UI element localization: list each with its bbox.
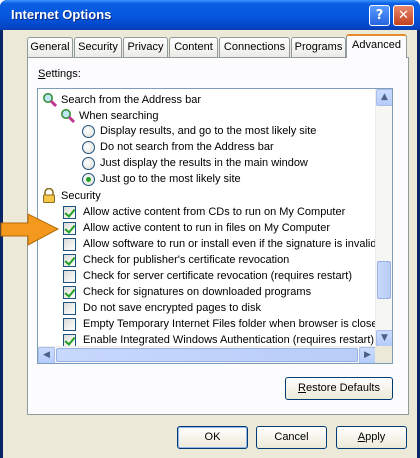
tab-content[interactable]: Content [169, 37, 218, 57]
checkbox-active-content-cds[interactable] [63, 206, 76, 219]
scroll-left-button[interactable]: ◀ [38, 347, 55, 363]
checkbox-label[interactable]: Allow active content to run in files on … [83, 220, 330, 236]
cancel-button[interactable]: Cancel [256, 426, 327, 449]
title-bar[interactable]: Internet Options ? ✕ [0, 0, 420, 30]
pointer-arrow-icon [0, 213, 60, 246]
scroll-right-button[interactable]: ▶ [359, 347, 376, 363]
checkbox-label[interactable]: Check for publisher's certificate revoca… [83, 252, 289, 268]
settings-label: Settings: [38, 68, 81, 80]
checkbox-label[interactable]: Check for server certificate revocation … [83, 268, 352, 284]
tab-general[interactable]: General [27, 37, 73, 57]
radio-label[interactable]: Just display the results in the main win… [100, 155, 308, 171]
tab-advanced[interactable]: Advanced [346, 34, 407, 58]
checkbox-label[interactable]: Allow software to run or install even if… [83, 236, 376, 252]
checkbox-signatures-downloaded[interactable] [63, 286, 76, 299]
horizontal-scrollbar[interactable]: ◀ ▶ [38, 346, 376, 363]
scroll-down-button[interactable]: ▼ [376, 330, 392, 347]
radio-label[interactable]: Do not search from the Address bar [100, 139, 274, 155]
close-button[interactable]: ✕ [393, 5, 414, 26]
radio-display-results[interactable] [82, 125, 95, 138]
checkbox-label[interactable]: Empty Temporary Internet Files folder wh… [83, 316, 384, 332]
checkbox-no-save-encrypted[interactable] [63, 302, 76, 315]
checkbox-label[interactable]: Allow active content from CDs to run on … [83, 204, 345, 220]
checkbox-label[interactable]: Do not save encrypted pages to disk [83, 300, 261, 316]
checkbox-active-content-files[interactable] [63, 222, 76, 235]
radio-display-main-window[interactable] [82, 157, 95, 170]
radio-label[interactable]: Display results, and go to the most like… [100, 123, 316, 139]
magnifier-icon [61, 109, 75, 123]
checkbox-invalid-signature[interactable] [63, 238, 76, 251]
tab-security[interactable]: Security [74, 37, 122, 57]
radio-go-likely-site[interactable] [82, 173, 95, 186]
radio-no-search[interactable] [82, 141, 95, 154]
tab-privacy[interactable]: Privacy [123, 37, 168, 57]
horizontal-scroll-thumb[interactable] [56, 348, 358, 362]
search-group-label: Search from the Address bar [61, 94, 202, 106]
tab-programs[interactable]: Programs [291, 37, 346, 57]
help-button[interactable]: ? [369, 5, 390, 26]
apply-button[interactable]: Apply [336, 426, 407, 449]
magnifier-icon [43, 93, 57, 107]
vertical-scrollbar[interactable]: ▲ ▼ [375, 89, 392, 347]
checkbox-server-revocation[interactable] [63, 270, 76, 283]
ok-button[interactable]: OK [177, 426, 248, 449]
vertical-scroll-thumb[interactable] [377, 261, 391, 299]
settings-list[interactable]: Search from the Address bar When searchi… [37, 88, 393, 364]
checkbox-publisher-revocation[interactable] [63, 254, 76, 267]
checkbox-empty-temp-files[interactable] [63, 318, 76, 331]
restore-defaults-button[interactable]: Restore Defaults [285, 377, 393, 400]
when-searching-label: When searching [79, 110, 159, 122]
checkbox-label[interactable]: Check for signatures on downloaded progr… [83, 284, 311, 300]
scrollbar-corner [375, 346, 392, 363]
tab-connections[interactable]: Connections [219, 37, 290, 57]
lock-icon [43, 188, 55, 203]
window-title: Internet Options [11, 7, 112, 22]
security-group-label: Security [61, 190, 101, 202]
scroll-up-button[interactable]: ▲ [376, 89, 392, 106]
radio-label[interactable]: Just go to the most likely site [100, 171, 241, 187]
